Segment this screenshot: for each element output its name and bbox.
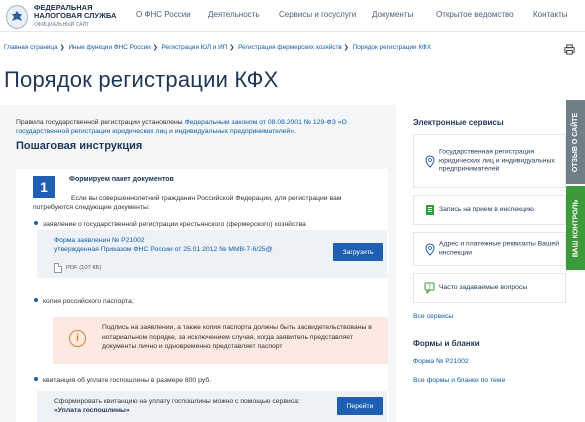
- intro-suffix: .: [294, 128, 296, 135]
- service-label: Часто задаваемые вопросы: [439, 283, 528, 291]
- print-button[interactable]: [562, 42, 576, 56]
- breadcrumb-registration[interactable]: Регистрация ЮЛ и ИП: [162, 44, 228, 51]
- document-icon: [423, 203, 437, 217]
- location-pin-icon: [423, 242, 437, 256]
- forms-title: Формы и бланки: [413, 339, 480, 348]
- e-services-title: Электронные сервисы: [413, 118, 504, 127]
- form-link-line2: утвержденная Приказом ФНС России от 25.0…: [54, 246, 273, 253]
- step-description: Если вы совершеннолетний гражданин Росси…: [33, 195, 342, 211]
- payment-box: Сформировать квитанцию на уплату госпошл…: [37, 391, 387, 422]
- section-title: Пошаговая инструкция: [16, 140, 143, 152]
- warning-box: i Подпись на заявлении, а также копия па…: [53, 317, 388, 364]
- breadcrumb: Главная страница ❯ Иные функции ФНС Росси…: [4, 44, 431, 51]
- warning-text: Подпись на заявлении, а также копия пасп…: [102, 324, 372, 350]
- service-card-appointment[interactable]: Запись на прием в инспекцию: [413, 195, 566, 225]
- nav-item-documents[interactable]: Документы: [372, 10, 413, 19]
- site-header: ФЕДЕРАЛЬНАЯ НАЛОГОВАЯ СЛУЖБА ОФИЦИАЛЬНЫЙ…: [0, 0, 585, 32]
- chevron-right-icon: ❯: [343, 45, 349, 51]
- form-link-line1: Форма заявления № Р21002: [54, 237, 145, 244]
- breadcrumb-other-functions[interactable]: Иные функции ФНС России: [68, 44, 150, 51]
- main-nav: О ФНС России Деятельность Сервисы и госу…: [0, 10, 585, 24]
- nav-item-open-agency[interactable]: Открытое ведомство: [436, 10, 514, 19]
- download-button[interactable]: Загрузить: [333, 243, 383, 261]
- payment-service-name: «Уплата госпошлины»: [54, 407, 130, 414]
- list-item-passport: копия российского паспорта;: [34, 298, 134, 305]
- intro-prefix: Правила государственной регистрации уста…: [16, 119, 185, 126]
- pdf-size-label: PDF (107 КБ): [66, 265, 102, 271]
- form-p21002-link[interactable]: Форма заявления № Р21002 утвержденная Пр…: [54, 236, 273, 254]
- main-content: Правила государственной регистрации уста…: [0, 105, 396, 422]
- service-label: Запись на прием в инспекцию: [439, 205, 534, 213]
- intro-text: Правила государственной регистрации уста…: [16, 118, 388, 136]
- pdf-file-icon: [54, 263, 62, 273]
- form-p21002-sidebar-link[interactable]: Форма № Р21002: [413, 358, 469, 365]
- chevron-right-icon: ❯: [229, 45, 235, 51]
- chevron-right-icon: ❯: [152, 45, 158, 51]
- service-card-inspection-address[interactable]: Адрес и платежные реквизиты Вашей инспек…: [413, 232, 566, 266]
- list-item-receipt: квитанция об уплате госпошлины в размере…: [34, 377, 211, 384]
- location-pin-icon: [423, 154, 437, 168]
- form-download-box: Форма заявления № Р21002 утвержденная Пр…: [37, 230, 387, 278]
- service-card-faq[interactable]: ? Часто задаваемые вопросы: [413, 273, 566, 303]
- payment-text: Сформировать квитанцию на уплату госпошл…: [54, 397, 309, 415]
- svg-text:?: ?: [428, 284, 431, 291]
- breadcrumb-home[interactable]: Главная страница: [4, 44, 58, 51]
- question-bubble-icon: ?: [423, 281, 437, 295]
- info-warning-icon: i: [69, 330, 86, 347]
- payment-text-main: Сформировать квитанцию на уплату госпошл…: [54, 398, 300, 405]
- feedback-tab-label: ОТЗЫВ О САЙТЕ: [572, 112, 580, 172]
- list-item-application: заявление о государственной регистрации …: [34, 221, 306, 228]
- nav-item-contacts[interactable]: Контакты: [533, 10, 568, 19]
- nav-item-activity[interactable]: Деятельность: [208, 10, 260, 19]
- all-forms-link[interactable]: Все формы и бланки по теме: [413, 377, 505, 384]
- service-label: Адрес и платежные реквизиты Вашей инспек…: [439, 240, 559, 257]
- printer-icon: [563, 43, 575, 55]
- nav-item-about[interactable]: О ФНС России: [136, 10, 191, 19]
- pdf-file-info: PDF (107 КБ): [54, 263, 102, 273]
- breadcrumb-farm-registration[interactable]: Регистрация фермерских хозяйств: [238, 44, 342, 51]
- feedback-tab[interactable]: ОТЗЫВ О САЙТЕ: [566, 100, 585, 184]
- service-card-state-registration[interactable]: Государственная регистрация юридических …: [413, 134, 566, 188]
- go-button[interactable]: Перейти: [337, 397, 383, 415]
- page-title: Порядок регистрации КФХ: [4, 67, 279, 92]
- breadcrumb-current: Порядок регистрации КФХ: [352, 44, 431, 51]
- chevron-right-icon: ❯: [59, 45, 65, 51]
- step-card: 1 Формируем пакет документов Если вы сов…: [16, 169, 388, 422]
- step-title: Формируем пакет документов: [69, 176, 174, 183]
- control-tab[interactable]: ВАШ КОНТРОЛЬ: [566, 186, 585, 270]
- nav-item-services[interactable]: Сервисы и госуслуги: [279, 10, 356, 19]
- service-label: Государственная регистрация юридических …: [439, 148, 555, 173]
- control-tab-label: ВАШ КОНТРОЛЬ: [572, 199, 579, 257]
- all-services-link[interactable]: Все сервисы: [413, 313, 453, 320]
